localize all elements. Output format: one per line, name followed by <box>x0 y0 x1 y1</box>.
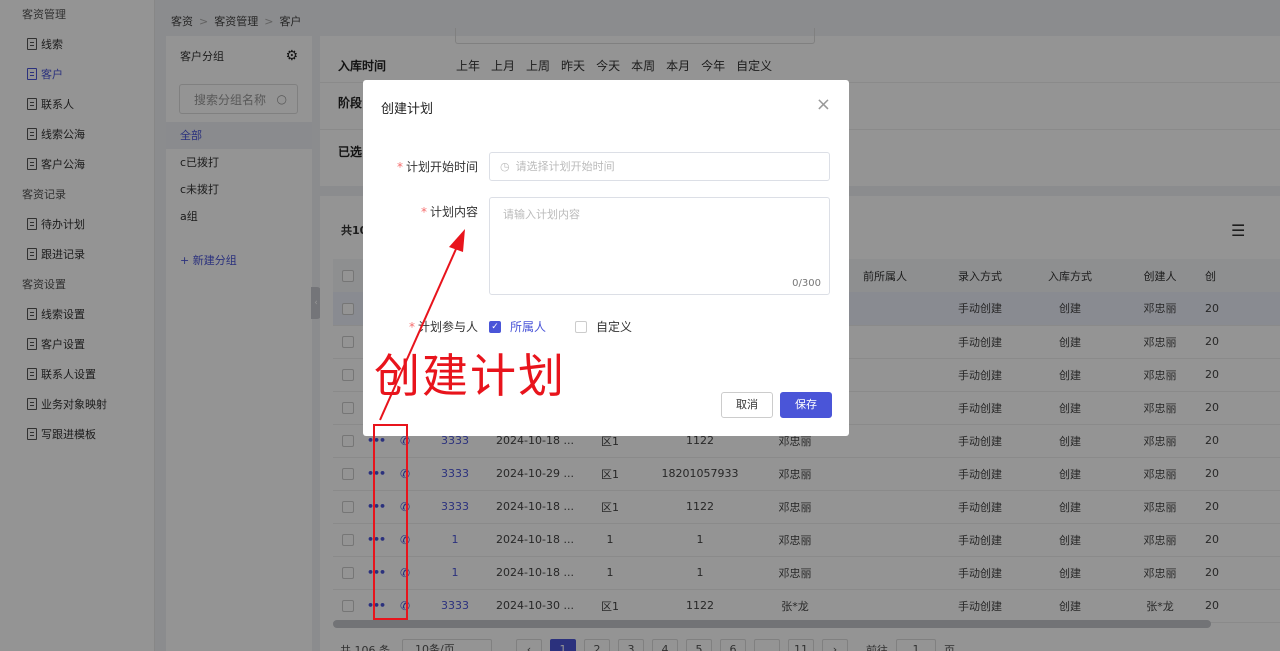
content-label: * 计划内容 <box>420 205 478 219</box>
annotation-highlight-box <box>373 424 408 620</box>
plan-content-textarea[interactable]: 请输入计划内容 0/300 <box>489 197 830 295</box>
save-button[interactable]: 保存 <box>780 392 832 418</box>
required-mark: * <box>420 205 427 219</box>
cancel-button[interactable]: 取消 <box>721 392 773 418</box>
check-icon: ✓ <box>489 320 501 333</box>
owner-checkbox[interactable]: ✓ 所属人 <box>489 318 546 335</box>
annotation-label: 创建计划 <box>374 349 566 403</box>
checkbox-box <box>575 320 587 333</box>
custom-checkbox[interactable]: 自定义 <box>575 318 632 335</box>
required-mark: * <box>396 160 403 174</box>
char-count: 0/300 <box>792 278 821 289</box>
dialog-title: 创建计划 <box>381 102 434 117</box>
close-icon[interactable]: × <box>816 94 831 115</box>
clock-icon: ◷ <box>500 160 510 173</box>
start-time-picker[interactable]: ◷ 请选择计划开始时间 <box>489 152 830 181</box>
start-time-label: * 计划开始时间 <box>396 160 478 174</box>
participants-label: * 计划参与人 <box>408 320 478 334</box>
required-mark: * <box>408 320 415 334</box>
